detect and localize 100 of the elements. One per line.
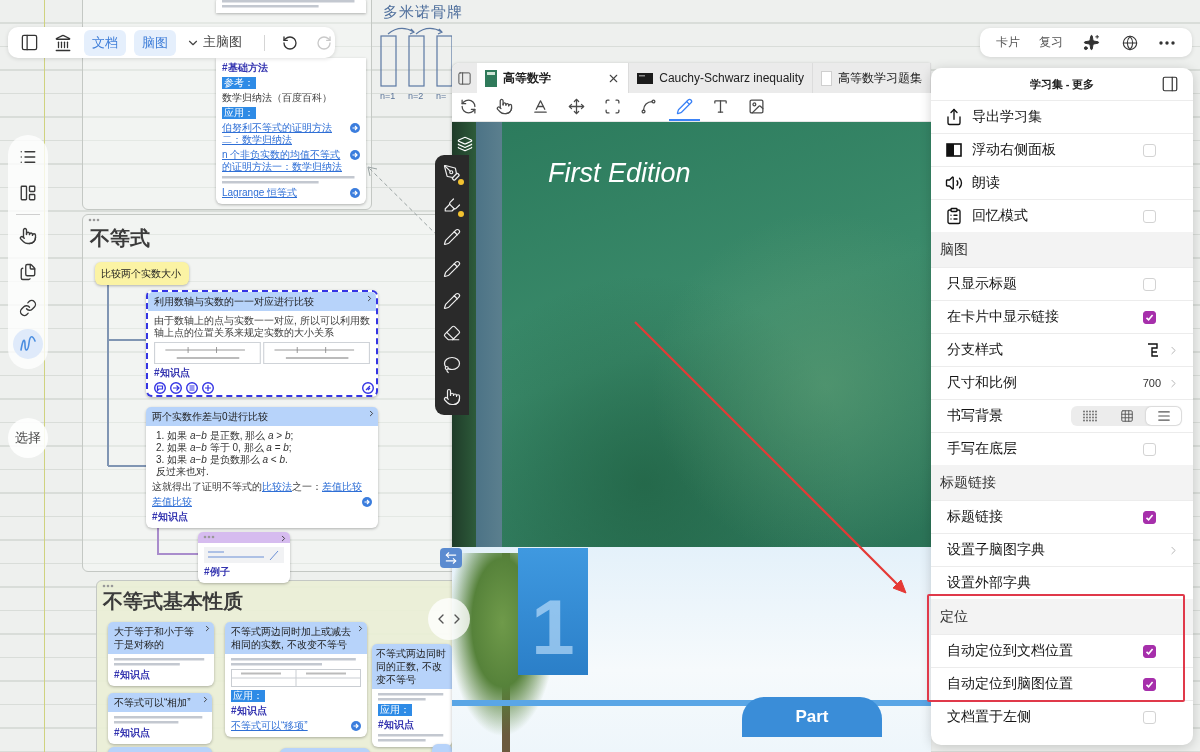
mode-button[interactable]: 卡片 bbox=[991, 32, 1024, 53]
link[interactable]: 差值比较 bbox=[322, 481, 362, 492]
more-icon bbox=[1159, 40, 1176, 45]
layers-icon[interactable] bbox=[457, 136, 473, 152]
card-title: 不等式两边同时加上或减去相同的实数, 不改变不等号 bbox=[231, 625, 352, 651]
list-item: 反过来也对. bbox=[155, 466, 210, 478]
mind-map-card[interactable]: 利用数轴与实数的一一对应进行比较 由于数轴上的点与实数一一对应, 所以可以利用数轴上点的位置关系来规定实数的大小关系 #知识点 bbox=[146, 290, 378, 397]
menu-item[interactable]: 分支样式 bbox=[931, 333, 1193, 366]
section-header: 脑图 bbox=[931, 232, 1193, 267]
link-icon[interactable] bbox=[170, 382, 182, 394]
mind-map-card[interactable]: 不等式两边同时 同的正数, 不改变不等号 应用： #知识点 bbox=[372, 644, 452, 747]
chevron-icon[interactable] bbox=[367, 409, 376, 418]
resize-icon[interactable] bbox=[362, 382, 374, 394]
sketch-label: n=1 bbox=[380, 91, 397, 101]
swap-button[interactable] bbox=[440, 548, 462, 568]
section-header: 标题链接 bbox=[931, 465, 1193, 500]
link[interactable]: 差值比较 bbox=[152, 496, 372, 508]
mind-map-card[interactable]: #基础方法 参考： 数学归纳法（百度百科） 应用： 伯努利不等式的证明方法二：数学归纳法 n 个非负实数的均值不等式的证明方法一：数学归纳法 Lagrange 恒等式 bbox=[216, 58, 366, 204]
link[interactable]: 比较法 bbox=[262, 481, 292, 492]
menu-item[interactable]: 自动定位到文档位置 bbox=[931, 634, 1193, 667]
grip-icon[interactable] bbox=[102, 584, 114, 588]
mind-map-card[interactable]: #例子 bbox=[198, 532, 290, 583]
tag[interactable]: #知识点 bbox=[114, 727, 150, 739]
tag[interactable]: #知识点 bbox=[114, 669, 150, 681]
swap-arrows-icon bbox=[444, 551, 458, 565]
comment-icon[interactable] bbox=[154, 382, 166, 394]
mind-map-card[interactable]: 大于等于和小于等于是对称的 #知识点 bbox=[108, 622, 214, 686]
chapter-number: 1 bbox=[531, 587, 575, 667]
menu-item[interactable]: 朗读 bbox=[931, 166, 1193, 199]
tag[interactable]: #知识点 bbox=[152, 511, 188, 523]
chevron-icon[interactable] bbox=[201, 695, 210, 704]
mode-tab[interactable]: 脑图 bbox=[134, 29, 176, 56]
hand-pointer-icon bbox=[496, 97, 513, 115]
chevron-icon[interactable] bbox=[203, 624, 212, 633]
segment-button[interactable] bbox=[1146, 407, 1181, 425]
chevron-icon[interactable] bbox=[365, 294, 374, 303]
document-tab[interactable]: 高等数学习题集 bbox=[813, 63, 931, 93]
library-icon bbox=[54, 33, 72, 52]
rotate-icon bbox=[460, 97, 477, 115]
tag[interactable]: #知识点 bbox=[231, 705, 267, 717]
tag[interactable]: #例子 bbox=[204, 566, 230, 578]
lasso-icon bbox=[443, 356, 461, 374]
sparkle-icon bbox=[1083, 34, 1101, 51]
menu-item[interactable]: 自动定位到脑图位置 bbox=[931, 667, 1193, 700]
list-icon[interactable] bbox=[186, 382, 198, 394]
highlighted-label: 应用： bbox=[378, 704, 412, 716]
tag[interactable]: #知识点 bbox=[154, 367, 190, 379]
document-tab[interactable]: Cauchy-Schwarz inequality bbox=[629, 63, 813, 93]
menu-item[interactable]: 文档置于左侧 bbox=[931, 700, 1193, 733]
branch-style-icon bbox=[1145, 342, 1161, 358]
section-title: 不等式 bbox=[90, 226, 150, 250]
arrow-circle-icon[interactable] bbox=[350, 188, 360, 198]
arrow-circle-icon[interactable] bbox=[362, 497, 372, 507]
menu-value: 700 bbox=[1142, 377, 1161, 389]
add-icon[interactable] bbox=[202, 382, 214, 394]
link[interactable]: 不等式可以“移项” bbox=[231, 720, 361, 732]
mode-tab[interactable]: 文档 bbox=[84, 29, 126, 56]
panel-right-icon[interactable] bbox=[1161, 75, 1179, 93]
link[interactable]: Lagrange 恒等式 bbox=[222, 187, 360, 199]
sketch-title: 多米诺骨牌 bbox=[383, 2, 463, 22]
text-lines-drawing bbox=[378, 734, 446, 742]
card-title: 不等式两边同时 bbox=[376, 647, 447, 660]
sketch-label: n=2 bbox=[408, 91, 425, 101]
checkbox[interactable] bbox=[1143, 677, 1156, 691]
mind-map-card[interactable]: 不等式可以“相加” #知识点 bbox=[108, 693, 212, 744]
link[interactable]: n 个非负实数的均值不等式的证明方法一：数学归纳法 bbox=[222, 149, 360, 173]
checkbox[interactable] bbox=[1143, 644, 1156, 658]
menu-item[interactable]: 设置子脑图字典 bbox=[931, 533, 1193, 566]
fountain-pen-icon bbox=[443, 164, 461, 182]
chevron-icon[interactable] bbox=[279, 534, 288, 543]
select-button[interactable]: 选择 bbox=[8, 418, 48, 458]
card-title: 大于等于和小于等于是对称的 bbox=[114, 625, 195, 651]
menu-item[interactable]: 浮动右侧面板 bbox=[931, 133, 1193, 166]
checkbox[interactable] bbox=[1143, 310, 1156, 324]
map-selector[interactable]: 主脑图 bbox=[184, 34, 244, 51]
menu-item[interactable]: 标题链接 bbox=[931, 500, 1193, 533]
topic-card[interactable]: 比较两个实数大小 bbox=[95, 262, 189, 285]
mind-map-card[interactable]: 不等式两边同时加上或减去相同的实数, 不改变不等号 应用： #知识点 不等式可以“移项” bbox=[225, 622, 367, 737]
grip-icon[interactable] bbox=[88, 218, 100, 222]
document-tab[interactable]: 高等数学 bbox=[477, 63, 630, 93]
menu-item[interactable]: 导出学习集 bbox=[931, 100, 1193, 133]
arrow-circle-icon[interactable] bbox=[351, 721, 361, 731]
layout-icon bbox=[19, 184, 37, 202]
checkbox[interactable] bbox=[1143, 510, 1156, 524]
card-title: 两个实数作差与0进行比较 bbox=[152, 410, 268, 423]
mode-button[interactable]: 复习 bbox=[1035, 32, 1068, 53]
mind-map-card[interactable]: 两个实数作差与0进行比较 1. 如果 a−b 是正数, 那么 a > b; 2. 如果 a−b 等于 0, 那么 a = b; 3. 如果 a−b 是负数那么 a < b. 反过来也对. 这就得出了证明不等式的比较法之一：差值比较 差值比较 #知识点 bbox=[146, 407, 378, 528]
tag[interactable]: #基础方法 bbox=[222, 62, 268, 74]
menu-item[interactable]: 在卡片中显示链接 bbox=[931, 300, 1193, 333]
menu-item: 书写背景 bbox=[931, 399, 1193, 432]
menu-item[interactable]: 尺寸和比例 700 bbox=[931, 366, 1193, 399]
arrow-circle-icon[interactable] bbox=[350, 123, 360, 133]
list-item: 2. 如果 a−b 等于 0, 那么 a = b; bbox=[155, 442, 293, 454]
tag[interactable]: #知识点 bbox=[378, 719, 414, 731]
card-title: 比较两个实数大小 bbox=[101, 267, 181, 280]
menu-item[interactable]: 只显示标题 bbox=[931, 267, 1193, 300]
arrow-circle-icon[interactable] bbox=[350, 150, 360, 160]
chevron-icon[interactable] bbox=[356, 624, 365, 633]
grip-icon[interactable] bbox=[203, 535, 215, 539]
list-item: 1. 如果 a−b 是正数, 那么 a > b; bbox=[155, 430, 295, 442]
